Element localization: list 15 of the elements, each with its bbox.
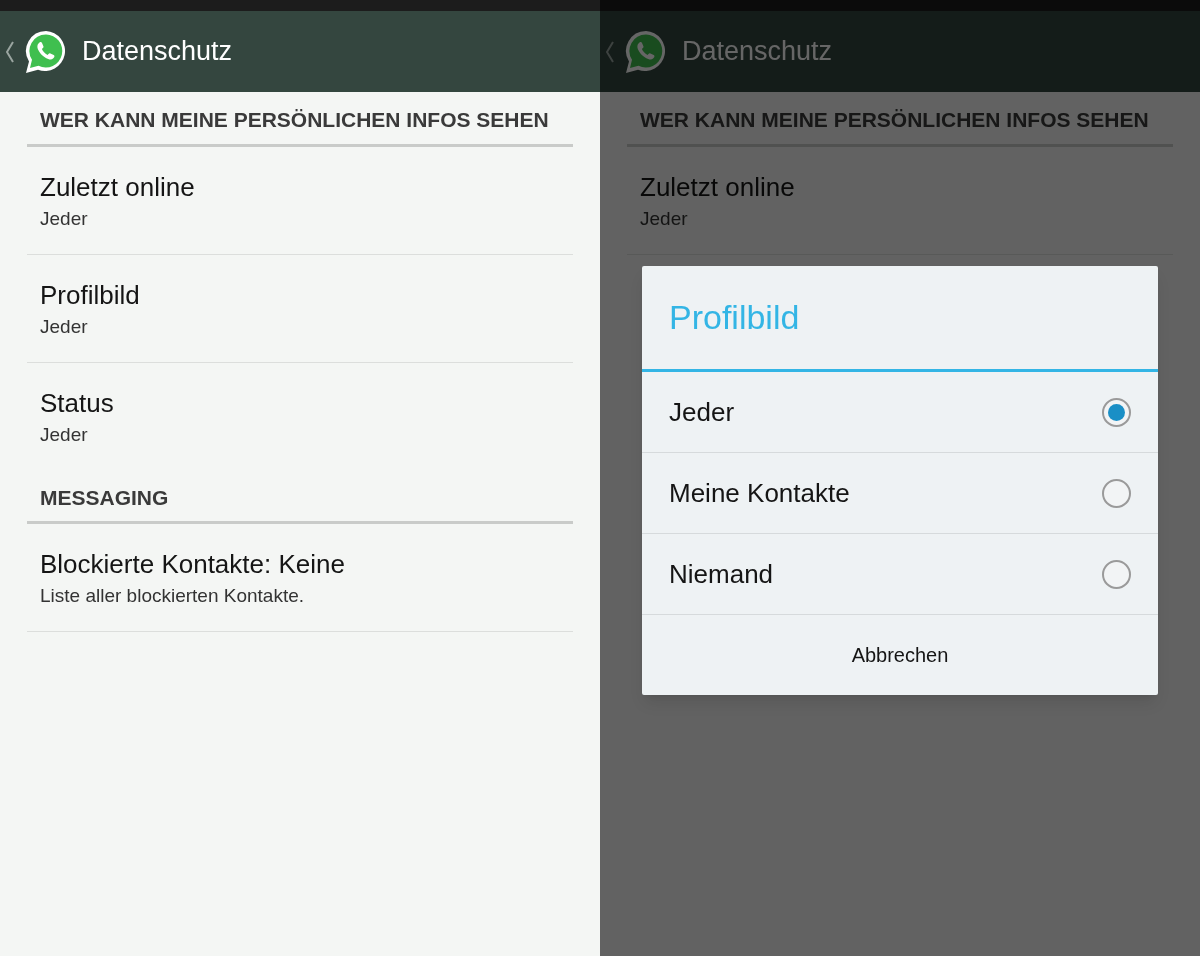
section-header: MESSAGING	[27, 469, 573, 524]
section-header: WER KANN MEINE PERSÖNLICHEN INFOS SEHEN	[627, 92, 1173, 147]
settings-item[interactable]: Status Jeder	[27, 362, 573, 470]
radio-option[interactable]: Niemand	[642, 534, 1158, 615]
section-header: WER KANN MEINE PERSÖNLICHEN INFOS SEHEN	[27, 92, 573, 147]
screen-title: Datenschutz	[82, 35, 233, 69]
settings-item[interactable]: Zuletzt online Jeder	[27, 146, 573, 255]
back-chevron-icon[interactable]	[6, 40, 14, 63]
radio-option[interactable]: Jeder	[642, 372, 1158, 453]
dialog-title: Profilbild	[642, 266, 1158, 372]
radio-option[interactable]: Meine Kontakte	[642, 453, 1158, 534]
settings-item[interactable]: Blockierte Kontakte: Keine Liste aller blockierten Kontakte.	[27, 524, 573, 632]
screen-title: Datenschutz	[682, 35, 833, 69]
cancel-button[interactable]: Abbrechen	[642, 615, 1158, 695]
settings-item[interactable]: Profilbild Jeder	[27, 254, 573, 363]
